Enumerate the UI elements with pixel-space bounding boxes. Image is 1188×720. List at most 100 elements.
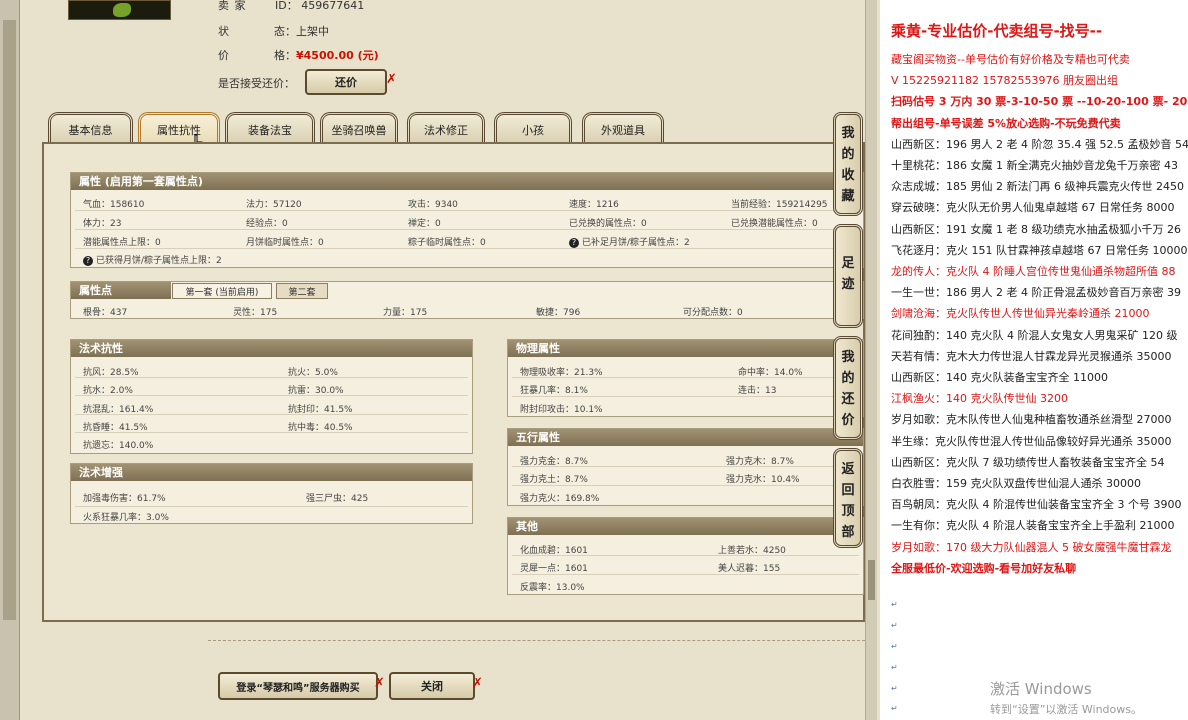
game-scrollbar[interactable] <box>865 0 877 720</box>
price-row: 价 格：¥4500.00 (元) <box>218 47 379 63</box>
left-scrollbar[interactable] <box>0 0 20 720</box>
tab-basic-info[interactable]: 基本信息 <box>48 112 133 144</box>
item-thumbnail <box>68 0 171 20</box>
other-cell: 灵犀一点：1601 <box>520 564 588 574</box>
login-buy-button[interactable]: 登录“琴瑟和鸣”服务器购买 <box>218 672 378 700</box>
paragraph-mark: ↵ <box>891 684 898 693</box>
back-to-top-button[interactable]: 返回顶部 <box>833 448 863 548</box>
resist-cell: 抗遗忘：140.0% <box>83 441 154 451</box>
resist-cell: 抗雷：30.0% <box>288 386 344 396</box>
other-section: 其他 化血成碧：1601 上善若水：4250 灵犀一点：1601 美人迟暮：15… <box>507 517 864 595</box>
attr-cell: 体力：23 <box>83 219 122 229</box>
element-cell: 强力克火：169.8% <box>520 494 600 504</box>
help-icon[interactable]: ? <box>83 256 93 266</box>
left-scrollbar-thumb[interactable] <box>3 20 16 620</box>
five-elements-header: 五行属性 <box>508 429 863 446</box>
attr-cell: 攻击：9340 <box>408 200 458 210</box>
attr-cell: 已兑换的属性点：0 <box>569 219 647 229</box>
status-value: 上架中 <box>296 25 329 38</box>
tab-equipment[interactable]: 装备法宝 <box>225 112 315 144</box>
physical-cell: 连击：13 <box>738 386 777 396</box>
seller-id-value: 459677641 <box>301 0 365 12</box>
close-button[interactable]: 关闭 <box>389 672 475 700</box>
physical-cell: 狂暴几率：8.1% <box>520 386 588 396</box>
notepad-line: 全服最低价-欢迎选购-看号加好友私聊 <box>891 561 1077 575</box>
paragraph-mark: ↵ <box>891 642 898 651</box>
status-label-2: 态： <box>274 25 296 38</box>
five-elements-section: 五行属性 强力克金：8.7% 强力克木：8.7% 强力克土：8.7% 强力克水：… <box>507 428 864 506</box>
attr-cell-help: ? 已补足月饼/粽子属性点：2 <box>569 235 690 248</box>
notepad-line: 花间独酌：140 克火队 4 阶混人女鬼女人男鬼采矿 120 级 <box>891 328 1178 342</box>
element-cell: 强力克木：8.7% <box>726 457 794 467</box>
element-cell: 强力克土：8.7% <box>520 475 588 485</box>
counter-offer-label: 是否接受还价： <box>218 77 295 90</box>
divider <box>208 640 865 641</box>
tab-child[interactable]: 小孩 <box>494 112 572 144</box>
my-counter-offers-button[interactable]: 我的还价 <box>833 336 863 440</box>
status-row: 状 态：上架中 <box>218 23 329 39</box>
tab-mounts[interactable]: 坐骑召唤兽 <box>320 112 398 144</box>
notepad-line: 半生缘：克火队传世混人传世仙品像较好异光通杀 35000 <box>891 434 1172 448</box>
notepad-title: 乘黄-专业估价-代卖组号-找号-- <box>891 22 1103 40</box>
resist-cell: 抗风：28.5% <box>83 368 139 378</box>
watermark-title: 激活 Windows <box>990 680 1092 698</box>
boost-cell: 火系狂暴几率：3.0% <box>83 513 169 523</box>
attr-cell: 禅定：0 <box>408 219 441 229</box>
seller-id-label: ID： <box>275 0 298 12</box>
tab-attributes[interactable]: 属性抗性 <box>138 112 220 144</box>
attr-cell: 已兑换潜能属性点：0 <box>731 219 818 229</box>
notepad-line: 山西新区：191 女魔 1 老 8 级功绩克水抽孟极狐小千万 26 <box>891 222 1181 236</box>
price-label-1: 价 <box>218 49 229 62</box>
notepad-line: 十里桃花：186 女魔 1 新全满克火抽妙音龙兔千万亲密 43 <box>891 159 1178 172</box>
physical-cell: 附封印攻击：10.1% <box>520 405 603 415</box>
resist-cell: 抗昏睡：41.5% <box>83 423 148 433</box>
boost-cell: 强三尸虫：425 <box>306 494 369 504</box>
notepad-line: 天若有情：克木大力传世混人甘霖龙异光灵猴通杀 35000 <box>891 349 1172 363</box>
resist-cell: 抗混乱：161.4% <box>83 405 154 415</box>
subtab-set-1[interactable]: 第一套 (当前启用) <box>172 283 272 299</box>
attr-cell: 法力：57120 <box>246 200 302 210</box>
resist-cell: 抗封印：41.5% <box>288 405 353 415</box>
physical-header: 物理属性 <box>508 340 863 357</box>
physical-cell: 物理吸收率：21.3% <box>520 368 603 378</box>
notepad-line: 一生一世：186 男人 2 老 4 阶正骨混孟极妙音百万亲密 39 <box>891 286 1181 300</box>
attr-point-value: 力量：175 <box>383 308 428 318</box>
notepad-line: 一生有你：克火队 4 阶混人装备宝宝齐全上手盈利 21000 <box>891 519 1175 533</box>
my-favorites-button[interactable]: 我的收藏 <box>833 112 863 216</box>
tab-appearance[interactable]: 外观道具 <box>582 112 664 144</box>
notepad-line: 江枫渔火：140 克火队传世仙 3200 <box>891 392 1068 406</box>
spell-boost-header: 法术增强 <box>71 464 472 481</box>
attr-cell: 经验点：0 <box>246 219 288 229</box>
resist-cell: 抗火：5.0% <box>288 368 338 378</box>
notepad-line: 剑啸沧海：克火队传世人传世仙异光秦岭通杀 21000 <box>891 307 1150 321</box>
attr-point-value: 灵性：175 <box>233 308 278 318</box>
attr-cell-help: ? 已获得月饼/粽子属性点上限：2 <box>83 253 222 266</box>
attr-cell: 潜能属性点上限：0 <box>83 238 161 248</box>
resist-cell: 抗水：2.0% <box>83 386 133 396</box>
tab-spell-mod[interactable]: 法术修正 <box>407 112 485 144</box>
footprints-button[interactable]: 足迹 <box>833 224 863 328</box>
game-scrollbar-thumb[interactable] <box>868 560 875 600</box>
windows-activation-watermark: 激活 Windows 转到“设置”以激活 Windows。 <box>990 678 1142 717</box>
notepad-line: 扫码估号 3 万内 30 票-3-10-50 票 --10-20-100 票- … <box>891 95 1188 109</box>
status-label-1: 状 <box>218 25 229 38</box>
notepad-line: 众志成城：185 男仙 2 新法门再 6 级神兵震克火传世 2450 <box>891 180 1184 194</box>
paragraph-mark: ↵ <box>891 600 898 609</box>
attr-points-header: 属性点 <box>71 282 171 299</box>
element-cell: 强力克金：8.7% <box>520 457 588 467</box>
element-cell: 强力克水：10.4% <box>726 475 800 485</box>
close-icon: ✗ <box>374 676 385 691</box>
notepad-line: 龙的传人：克火队 4 阶睡人宫位传世鬼仙通杀物超所值 88 <box>891 265 1176 278</box>
notepad-line: 山西新区：140 克火队装备宝宝齐全 11000 <box>891 371 1108 384</box>
notepad-line: 岁月如歌：170 级大力队仙器混人 5 破女魔强牛魔甘霖龙 <box>891 540 1172 554</box>
subtab-set-2[interactable]: 第二套 <box>276 283 328 299</box>
divider <box>75 506 468 507</box>
help-icon[interactable]: ? <box>569 238 579 248</box>
divider <box>75 229 859 230</box>
boost-cell: 加强毒伤害：61.7% <box>83 494 166 504</box>
resist-cell: 抗中毒：40.5% <box>288 423 353 433</box>
counter-offer-button[interactable]: 还价 <box>305 69 387 95</box>
close-icon: ✗ <box>386 72 397 87</box>
notepad-line: 飞花逐月：克火 151 队甘霖神孩卓越塔 67 日常任务 10000 <box>891 243 1188 257</box>
notepad-line: 白衣胜雪：159 克火队双盘传世仙混人通杀 30000 <box>891 477 1141 490</box>
